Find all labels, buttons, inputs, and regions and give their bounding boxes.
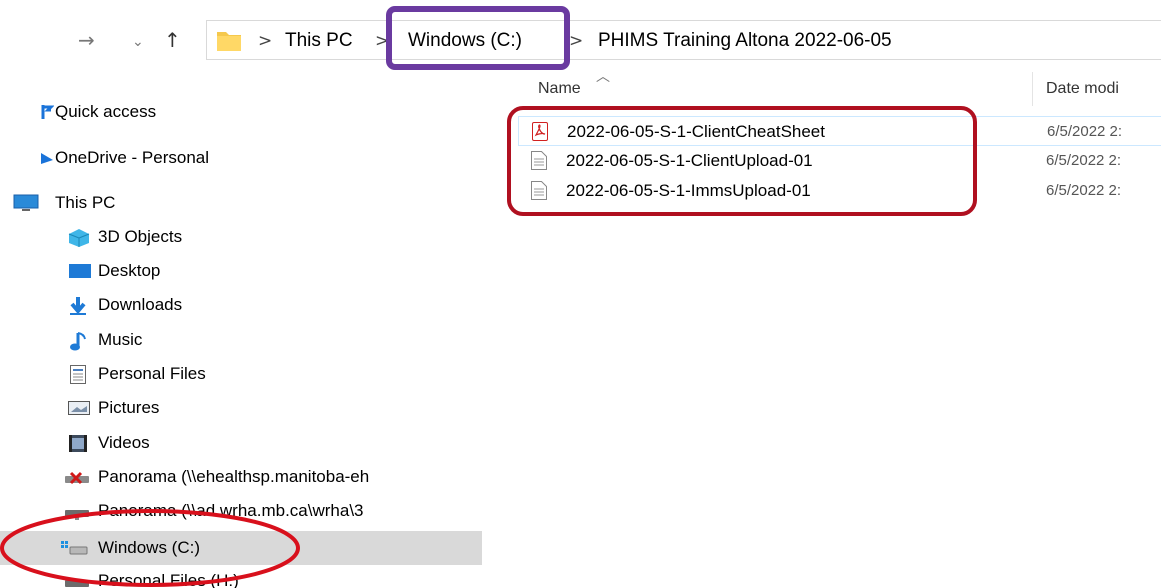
file-row[interactable]: 2022-06-05-S-1-ImmsUpload-01 6/5/2022 2: — [518, 176, 1161, 206]
sidebar-item-music[interactable]: Music — [0, 325, 482, 355]
file-row[interactable]: 2022-06-05-S-1-ClientCheatSheet 6/5/2022… — [518, 116, 1161, 146]
music-icon — [70, 331, 90, 351]
download-icon — [68, 296, 88, 315]
sidebar-item-label: Personal Files — [98, 364, 206, 383]
pdf-file-icon — [532, 122, 548, 141]
sidebar-item-windows-c[interactable]: Windows (C:) — [0, 531, 482, 565]
sidebar-item-label: Music — [98, 330, 143, 349]
sidebar-item-this-pc[interactable]: This PC — [0, 188, 482, 218]
sidebar-item-label: This PC — [55, 193, 116, 212]
file-date: 6/5/2022 2: — [1046, 152, 1122, 169]
sidebar-item-downloads[interactable]: Downloads — [0, 290, 482, 320]
sidebar-item-label: Videos — [98, 433, 150, 452]
video-icon — [68, 434, 88, 452]
breadcrumb-current-folder[interactable]: PHIMS Training Altona 2022-06-05 — [598, 30, 892, 52]
document-icon — [70, 365, 86, 384]
file-name: 2022-06-05-S-1-ImmsUpload-01 — [566, 181, 811, 200]
recent-locations-button[interactable]: ⌄ — [132, 30, 144, 54]
file-name: 2022-06-05-S-1-ClientCheatSheet — [567, 122, 825, 141]
sidebar-item-label: Downloads — [98, 295, 183, 314]
breadcrumb-separator: > — [569, 31, 584, 51]
column-header-name[interactable]: Name — [538, 80, 581, 98]
breadcrumb-windows-c[interactable]: Windows (C:) — [408, 30, 522, 52]
sidebar-item-label: Pictures — [98, 398, 160, 417]
sort-ascending-icon: ︿ — [596, 69, 610, 85]
sidebar-item-label: OneDrive - Personal — [55, 148, 210, 167]
file-name: 2022-06-05-S-1-ClientUpload-01 — [566, 151, 813, 170]
sidebar-item-personal-files[interactable]: Personal Files — [0, 359, 482, 389]
forward-button[interactable]: → — [78, 28, 95, 52]
sidebar-item-videos[interactable]: Videos — [0, 428, 482, 458]
sidebar-item-desktop[interactable]: Desktop — [0, 256, 482, 286]
sidebar-item-label: Windows (C:) — [98, 538, 201, 557]
windows-drive-icon — [60, 539, 88, 557]
cube-icon — [68, 228, 90, 247]
network-drive-icon — [63, 572, 91, 588]
breadcrumb-separator: > — [258, 31, 273, 51]
picture-icon — [68, 399, 90, 417]
breadcrumb-separator: > — [375, 31, 390, 51]
sidebar-item-personal-files-h[interactable]: Personal Files (H:) — [0, 566, 482, 588]
sidebar-item-quick-access[interactable]: Quick access — [0, 97, 482, 127]
onedrive-icon — [40, 149, 54, 167]
sidebar-item-label: Panorama (\\ehealthsp.manitoba-eh — [98, 467, 370, 486]
sidebar-item-label: Personal Files (H:) — [98, 571, 239, 588]
column-header-date-modified[interactable]: Date modi — [1046, 80, 1119, 98]
quick-access-icon — [40, 103, 55, 121]
sidebar-item-pictures[interactable]: Pictures — [0, 393, 482, 423]
network-drive-icon — [63, 502, 91, 520]
sidebar-item-label: Desktop — [98, 261, 161, 280]
monitor-icon — [12, 194, 40, 212]
sidebar-item-label: Quick access — [55, 102, 157, 121]
sidebar-item-3d-objects[interactable]: 3D Objects — [0, 222, 482, 252]
sidebar-item-label: 3D Objects — [98, 227, 183, 246]
up-button[interactable]: ↑ — [164, 28, 181, 52]
file-date: 6/5/2022 2: — [1046, 182, 1122, 199]
file-row[interactable]: 2022-06-05-S-1-ClientUpload-01 6/5/2022 … — [518, 146, 1161, 176]
file-date: 6/5/2022 2: — [1047, 123, 1123, 140]
sidebar-item-onedrive[interactable]: OneDrive - Personal — [0, 143, 482, 173]
sidebar-item-panorama-ehealth[interactable]: Panorama (\\ehealthsp.manitoba-eh — [0, 462, 482, 492]
folder-icon — [215, 26, 243, 54]
text-file-icon — [531, 181, 547, 200]
breadcrumb-this-pc[interactable]: This PC — [285, 30, 353, 52]
sidebar-item-label: Panorama (\\ad.wrha.mb.ca\wrha\3 — [98, 501, 364, 520]
sidebar-item-panorama-wrha[interactable]: Panorama (\\ad.wrha.mb.ca\wrha\3 — [0, 496, 482, 526]
column-divider[interactable] — [1032, 72, 1033, 106]
text-file-icon — [531, 151, 547, 170]
desktop-icon — [68, 262, 92, 280]
disconnected-drive-icon — [63, 468, 91, 486]
